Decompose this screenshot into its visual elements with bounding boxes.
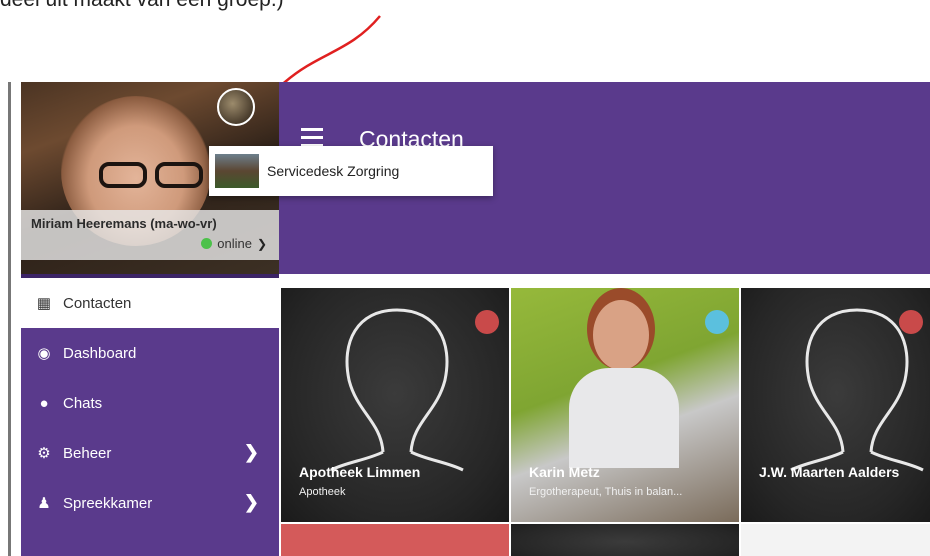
contact-card[interactable] (741, 524, 930, 556)
sidebar-menu: ▦ Contacten ◉ Dashboard ● Chats ⚙ Beheer… (21, 278, 279, 528)
sidebar-item-beheer[interactable]: ⚙ Beheer ❯ (21, 428, 279, 478)
contact-card[interactable]: Karin Metz Ergotherapeut, Thuis in balan… (511, 288, 739, 522)
contact-card[interactable]: Apotheek Limmen Apotheek (281, 288, 509, 522)
sidebar-item-label: Contacten (63, 294, 132, 312)
group-label: Servicedesk Zorgring (267, 163, 400, 179)
contact-card[interactable] (281, 524, 509, 556)
contact-role: Ergotherapeut, Thuis in balan... (529, 486, 683, 498)
sidebar-item-label: Spreekkamer (63, 494, 153, 512)
sidebar-item-spreekkamer[interactable]: ♟ Spreekkamer ❯ (21, 478, 279, 528)
contact-role: Apotheek (299, 486, 346, 498)
sidebar-item-dashboard[interactable]: ◉ Dashboard (21, 328, 279, 378)
group-thumbnail (215, 154, 259, 188)
status-dot-icon (705, 310, 729, 334)
status-dot-icon (475, 310, 499, 334)
online-dot-icon (201, 238, 213, 249)
contact-photo (565, 298, 679, 468)
contact-name: Apotheek Limmen (299, 464, 421, 480)
group-dropdown-item[interactable]: Servicedesk Zorgring (209, 146, 493, 196)
sidebar-item-label: Dashboard (63, 344, 137, 362)
caption-text: deel uit maakt van een groep.) (0, 0, 284, 12)
gears-icon: ⚙ (37, 445, 51, 462)
app-window: Miriam Heeremans (ma-wo-vr) online ❯ ▦ C… (8, 82, 930, 556)
placeholder-avatar-icon (330, 308, 464, 472)
status-dot-icon (899, 310, 923, 334)
contacts-icon: ▦ (36, 295, 52, 312)
chat-icon: ● (39, 394, 49, 412)
glasses-graphic (99, 162, 209, 188)
sidebar-item-label: Beheer (63, 444, 112, 462)
status-selector[interactable]: online ❯ (201, 236, 267, 251)
group-avatar[interactable] (217, 88, 255, 126)
profile-name: Miriam Heeremans (ma-wo-vr) (31, 216, 217, 231)
contact-card[interactable] (511, 524, 739, 556)
screenshot: deel uit maakt van een groep.) Miriam He… (0, 0, 930, 556)
contact-name: J.W. Maarten Aalders (759, 464, 900, 480)
menu-icon[interactable] (301, 128, 323, 147)
contacts-grid: Apotheek Limmen Apotheek Karin Metz Ergo… (281, 288, 930, 556)
chevron-right-icon: ❯ (243, 442, 259, 462)
status-label: online (217, 236, 252, 251)
chevron-right-icon: ❯ (243, 492, 259, 512)
chevron-down-icon: ❯ (256, 236, 267, 251)
dashboard-icon: ◉ (37, 345, 51, 362)
user-tie-icon: ♟ (37, 495, 51, 512)
sidebar-item-contacten[interactable]: ▦ Contacten (21, 278, 279, 328)
profile-info: Miriam Heeremans (ma-wo-vr) online ❯ (21, 210, 279, 260)
sidebar-item-chats[interactable]: ● Chats (21, 378, 279, 428)
contact-name: Karin Metz (529, 464, 600, 480)
contact-card[interactable]: J.W. Maarten Aalders (741, 288, 930, 522)
sidebar-item-label: Chats (63, 394, 103, 412)
